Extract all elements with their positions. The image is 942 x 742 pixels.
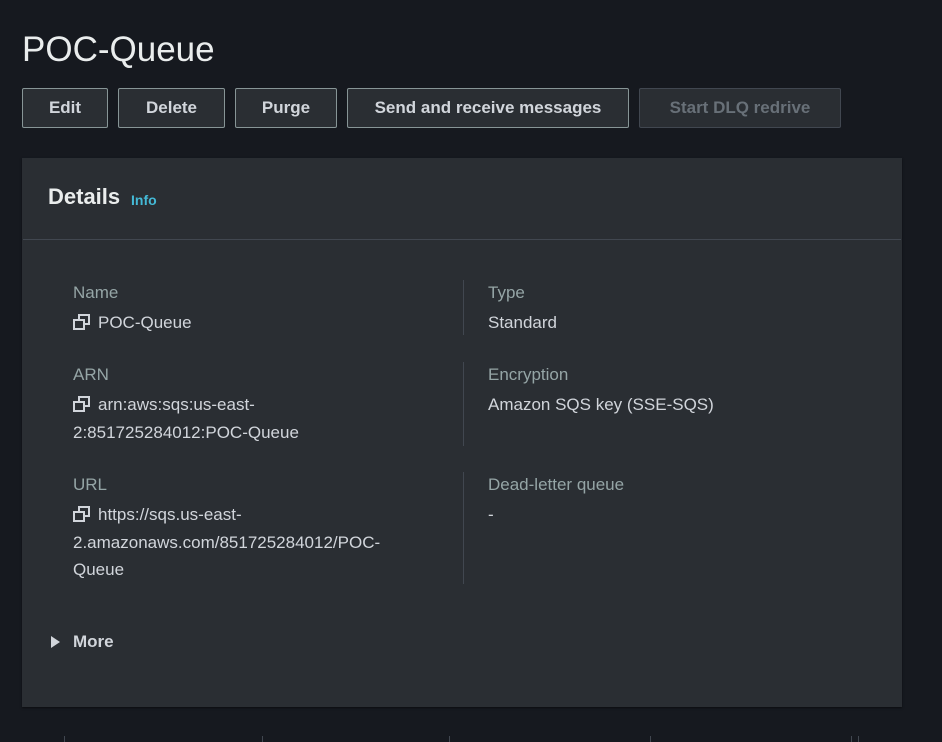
copy-icon[interactable] (73, 506, 92, 522)
dead-letter-queue-label: Dead-letter queue (488, 475, 625, 494)
purge-button[interactable]: Purge (235, 88, 337, 128)
url-value-line3: Queue (73, 560, 125, 579)
encryption-label: Encryption (488, 365, 569, 384)
type-label: Type (488, 283, 525, 302)
send-receive-messages-button[interactable]: Send and receive messages (347, 88, 629, 128)
details-panel: Details Info Name POC-Queue ARN arn:aws:… (22, 158, 902, 707)
url-value-row: https://sqs.us-east- 2.amazonaws.com/851… (73, 501, 380, 584)
queue-detail-page: POC-Queue Edit Delete Purge Send and rec… (0, 0, 942, 742)
arn-value-line1: arn:aws:sqs:us-east- (98, 395, 255, 414)
copy-icon[interactable] (73, 314, 92, 330)
name-value: POC-Queue (98, 313, 192, 332)
type-value: Standard (488, 313, 557, 332)
edit-button[interactable]: Edit (22, 88, 108, 128)
url-value-line1: https://sqs.us-east- (98, 505, 242, 524)
next-section-edge (0, 736, 942, 742)
info-link[interactable]: Info (131, 192, 157, 208)
url-label: URL (73, 475, 108, 494)
copy-icon[interactable] (73, 396, 92, 412)
more-label: More (73, 632, 114, 651)
arn-value-row: arn:aws:sqs:us-east- 2:851725284012:POC-… (73, 391, 299, 446)
name-label: Name (73, 283, 119, 302)
name-value-row: POC-Queue (73, 309, 192, 337)
caret-right-icon (51, 636, 60, 648)
details-header: Details Info (23, 159, 901, 240)
url-value-line2: 2.amazonaws.com/851725284012/POC- (73, 532, 381, 552)
start-dlq-redrive-button: Start DLQ redrive (639, 88, 841, 128)
column-divider (463, 280, 464, 335)
column-divider (463, 362, 464, 446)
delete-button[interactable]: Delete (118, 88, 225, 128)
encryption-value: Amazon SQS key (SSE-SQS) (488, 395, 714, 414)
column-divider (463, 472, 464, 584)
arn-value-line2: 2:851725284012:POC-Queue (73, 422, 299, 442)
more-expander[interactable]: More (51, 632, 114, 652)
arn-label: ARN (73, 365, 109, 384)
page-title: POC-Queue (22, 30, 215, 69)
dead-letter-queue-value: - (488, 505, 494, 524)
details-title: Details (48, 184, 121, 209)
